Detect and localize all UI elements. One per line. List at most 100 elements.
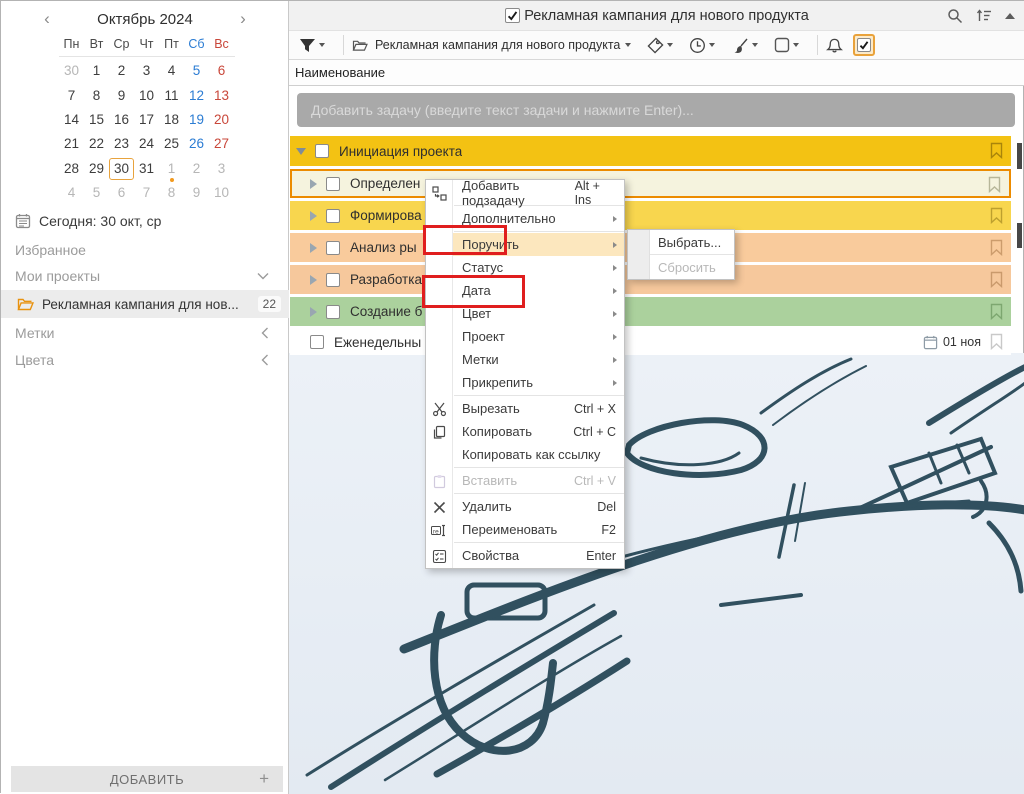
sidebar-item-favorites[interactable]: Избранное (15, 242, 269, 258)
calendar-day[interactable]: 2 (184, 158, 209, 180)
task-row[interactable]: Формирова (290, 201, 1011, 230)
sidebar-item-today[interactable]: Сегодня: 30 окт, ср (15, 213, 275, 229)
calendar-day[interactable]: 14 (59, 109, 84, 131)
calendar-prev-button[interactable]: ‹ (37, 9, 57, 29)
bookmark-icon[interactable] (990, 303, 1003, 320)
sidebar-item-labels[interactable]: Метки (15, 325, 269, 341)
menu-item-date[interactable]: Дата (426, 279, 624, 302)
calendar-day[interactable]: 3 (209, 158, 234, 180)
menu-item-copy[interactable]: Копировать Ctrl + C (426, 420, 624, 443)
calendar-day[interactable]: 7 (134, 182, 159, 204)
calendar-day[interactable]: 23 (109, 133, 134, 155)
sidebar-item-my-projects[interactable]: Мои проекты (15, 268, 269, 284)
calendar-day[interactable]: 30 (109, 158, 134, 180)
submenu-item-select[interactable]: Выбрать... (628, 231, 734, 253)
calendar-day[interactable]: 29 (84, 158, 109, 180)
menu-item-assign[interactable]: Поручить (426, 233, 624, 256)
calendar-day[interactable]: 26 (184, 133, 209, 155)
sidebar-item-project[interactable]: Рекламная кампания для нов... 22 (1, 290, 289, 318)
calendar-day[interactable]: 20 (209, 109, 234, 131)
calendar-day[interactable]: 10 (209, 182, 234, 204)
calendar-day[interactable]: 25 (159, 133, 184, 155)
color-square-button[interactable] (774, 37, 799, 53)
menu-item-project[interactable]: Проект (426, 325, 624, 348)
task-checkbox[interactable] (326, 273, 340, 287)
project-selector[interactable]: Рекламная кампания для нового продукта (352, 38, 631, 52)
menu-item-add-subtask[interactable]: Добавить подзадачу Alt + Ins (426, 181, 624, 204)
task-checkbox[interactable] (315, 144, 329, 158)
task-checkbox[interactable] (326, 241, 340, 255)
calendar-day[interactable]: 6 (209, 60, 234, 82)
calendar-day[interactable]: 1 (159, 158, 184, 180)
search-icon[interactable] (947, 8, 963, 24)
collapse-panel-icon[interactable] (1005, 13, 1015, 19)
chevron-left-icon[interactable] (261, 327, 269, 339)
bell-button[interactable] (826, 37, 843, 54)
calendar-day[interactable]: 19 (184, 109, 209, 131)
calendar-day[interactable]: 9 (109, 85, 134, 107)
calendar-day[interactable]: 17 (134, 109, 159, 131)
calendar-day[interactable]: 18 (159, 109, 184, 131)
task-row-group[interactable]: Инициация проекта (290, 136, 1011, 166)
calendar-day[interactable]: 27 (209, 133, 234, 155)
scrollbar-thumb[interactable] (1017, 223, 1022, 248)
brush-button[interactable] (731, 37, 758, 54)
add-task-input[interactable] (297, 93, 1015, 127)
calendar-day[interactable]: 6 (109, 182, 134, 204)
expand-triangle-icon[interactable] (310, 211, 317, 221)
scrollbar-thumb[interactable] (1017, 143, 1022, 169)
menu-item-more[interactable]: Дополнительно (426, 207, 624, 230)
bookmark-icon[interactable] (990, 333, 1003, 350)
calendar-day[interactable]: 10 (134, 85, 159, 107)
expand-triangle-icon[interactable] (310, 179, 317, 189)
bookmark-icon[interactable] (990, 142, 1003, 159)
column-header-name[interactable]: Наименование (289, 60, 1024, 86)
calendar-day[interactable]: 4 (59, 182, 84, 204)
menu-item-labels[interactable]: Метки (426, 348, 624, 371)
menu-item-cut[interactable]: Вырезать Ctrl + X (426, 397, 624, 420)
filter-button[interactable] (299, 38, 325, 53)
menu-item-attach[interactable]: Прикрепить (426, 371, 624, 394)
project-title-checkbox[interactable] (505, 8, 520, 23)
calendar-day[interactable]: 3 (134, 60, 159, 82)
bookmark-icon[interactable] (990, 207, 1003, 224)
calendar-next-button[interactable]: › (233, 9, 253, 29)
calendar-day[interactable]: 9 (184, 182, 209, 204)
task-row[interactable]: Создание б (290, 297, 1011, 326)
menu-item-color[interactable]: Цвет (426, 302, 624, 325)
bookmark-icon[interactable] (988, 176, 1001, 193)
bookmark-icon[interactable] (990, 239, 1003, 256)
add-project-button[interactable]: ДОБАВИТЬ + (11, 766, 283, 792)
task-checkbox[interactable] (310, 335, 324, 349)
calendar-day[interactable]: 5 (184, 60, 209, 82)
task-checkbox[interactable] (326, 305, 340, 319)
chevron-down-icon[interactable] (257, 272, 269, 280)
calendar-day[interactable]: 12 (184, 85, 209, 107)
calendar-day[interactable]: 8 (159, 182, 184, 204)
calendar-day[interactable]: 30 (59, 60, 84, 82)
menu-item-status[interactable]: Статус (426, 256, 624, 279)
calendar-day[interactable]: 4 (159, 60, 184, 82)
calendar-day[interactable]: 15 (84, 109, 109, 131)
sort-icon[interactable] (976, 9, 992, 23)
tag-button[interactable] (647, 37, 673, 54)
calendar-day[interactable]: 8 (84, 85, 109, 107)
calendar-day[interactable]: 22 (84, 133, 109, 155)
calendar-day[interactable]: 31 (134, 158, 159, 180)
expand-triangle-icon[interactable] (296, 148, 306, 155)
calendar-day[interactable]: 5 (84, 182, 109, 204)
menu-item-copy-as-link[interactable]: Копировать как ссылку (426, 443, 624, 466)
expand-triangle-icon[interactable] (310, 307, 317, 317)
sidebar-item-colors[interactable]: Цвета (15, 352, 269, 368)
expand-triangle-icon[interactable] (310, 243, 317, 253)
task-checkbox[interactable] (326, 209, 340, 223)
bookmark-icon[interactable] (990, 271, 1003, 288)
clock-button[interactable] (689, 37, 715, 54)
calendar-day[interactable]: 28 (59, 158, 84, 180)
menu-item-properties[interactable]: Свойства Enter (426, 544, 624, 567)
chevron-left-icon[interactable] (261, 354, 269, 366)
calendar-day[interactable]: 1 (84, 60, 109, 82)
show-completed-toggle[interactable] (853, 34, 875, 56)
menu-item-delete[interactable]: Удалить Del (426, 495, 624, 518)
due-date[interactable]: 01 ноя (923, 335, 981, 350)
